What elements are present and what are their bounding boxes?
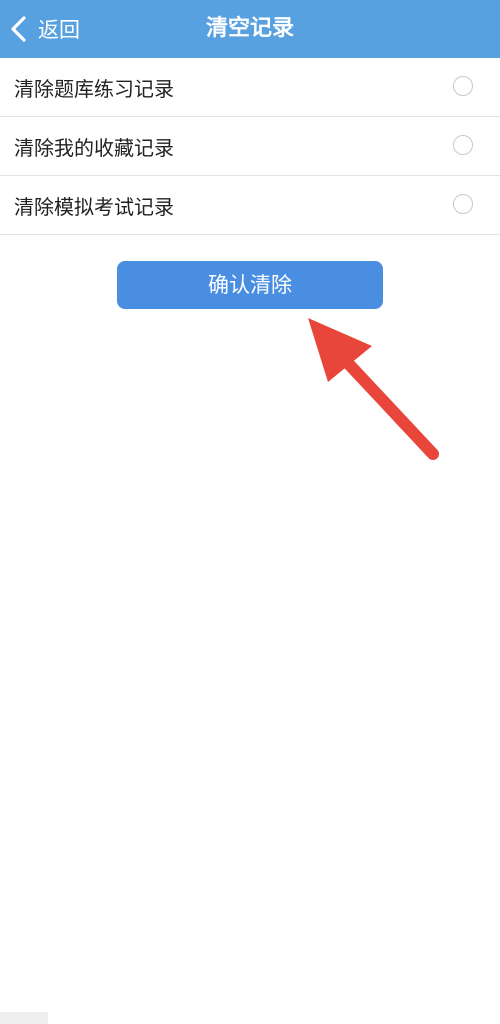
corner-tab bbox=[0, 1012, 48, 1024]
radio-button[interactable] bbox=[453, 194, 473, 214]
clear-records-screen: 返回 清空记录 清除题库练习记录 清除我的收藏记录 清除模拟考试记录 确认清除 bbox=[0, 0, 500, 1024]
radio-button[interactable] bbox=[453, 135, 473, 155]
option-row-favorites[interactable]: 清除我的收藏记录 bbox=[0, 117, 500, 176]
clear-options-list: 清除题库练习记录 清除我的收藏记录 清除模拟考试记录 bbox=[0, 58, 500, 235]
top-nav-bar: 返回 清空记录 bbox=[0, 0, 500, 58]
option-label: 清除题库练习记录 bbox=[14, 76, 174, 101]
option-row-practice[interactable]: 清除题库练习记录 bbox=[0, 58, 500, 117]
radio-button[interactable] bbox=[453, 76, 473, 96]
page-title: 清空记录 bbox=[205, 16, 294, 41]
option-label: 清除我的收藏记录 bbox=[14, 135, 174, 160]
confirm-clear-button[interactable]: 确认清除 bbox=[117, 261, 383, 309]
red-pointer-arrow-icon bbox=[308, 318, 439, 460]
option-label: 清除模拟考试记录 bbox=[14, 194, 174, 219]
option-row-mock-exam[interactable]: 清除模拟考试记录 bbox=[0, 176, 500, 235]
